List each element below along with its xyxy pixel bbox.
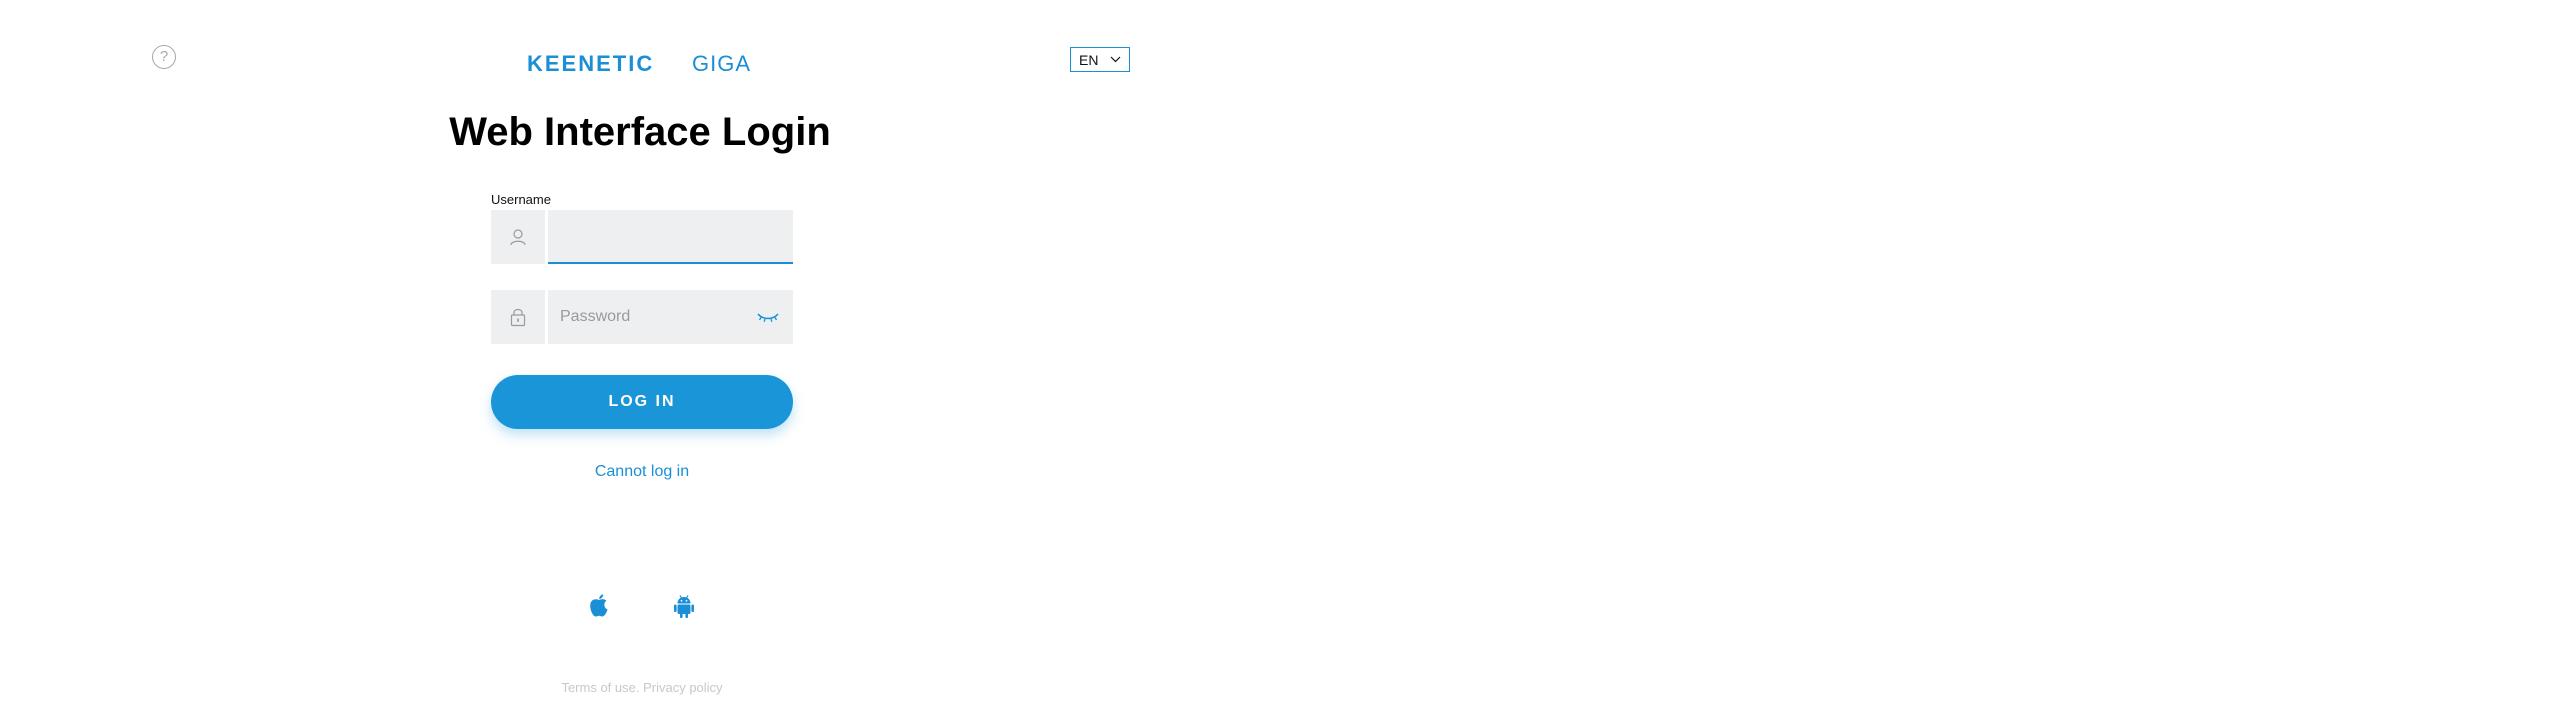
cannot-login-link[interactable]: Cannot log in — [491, 463, 793, 481]
chevron-down-icon — [1110, 56, 1121, 63]
language-select[interactable]: EN — [1070, 47, 1130, 72]
username-field — [491, 210, 793, 264]
terms-link[interactable]: Terms of use. — [561, 680, 639, 695]
eye-icon[interactable] — [757, 310, 779, 324]
android-icon[interactable] — [671, 592, 697, 620]
lock-icon — [491, 290, 545, 344]
help-icon[interactable]: ? — [152, 45, 176, 69]
apple-icon[interactable] — [586, 592, 612, 620]
login-button[interactable]: LOG IN — [491, 375, 793, 429]
login-page: ? KEENETIC GIGA EN Web Interface Login U… — [0, 0, 2560, 720]
language-value: EN — [1079, 51, 1099, 68]
username-label: Username — [491, 192, 551, 207]
footer: Terms of use. Privacy policy — [491, 680, 793, 695]
keenetic-giga-logo: KEENETIC GIGA — [527, 47, 761, 77]
user-icon — [491, 210, 545, 264]
password-field — [491, 290, 793, 344]
logo-brand-text: KEENETIC — [527, 51, 654, 76]
privacy-link[interactable]: Privacy policy — [643, 680, 722, 695]
logo-model-text: GIGA — [692, 51, 751, 76]
page-title: Web Interface Login — [449, 110, 831, 154]
username-input[interactable] — [548, 210, 793, 264]
